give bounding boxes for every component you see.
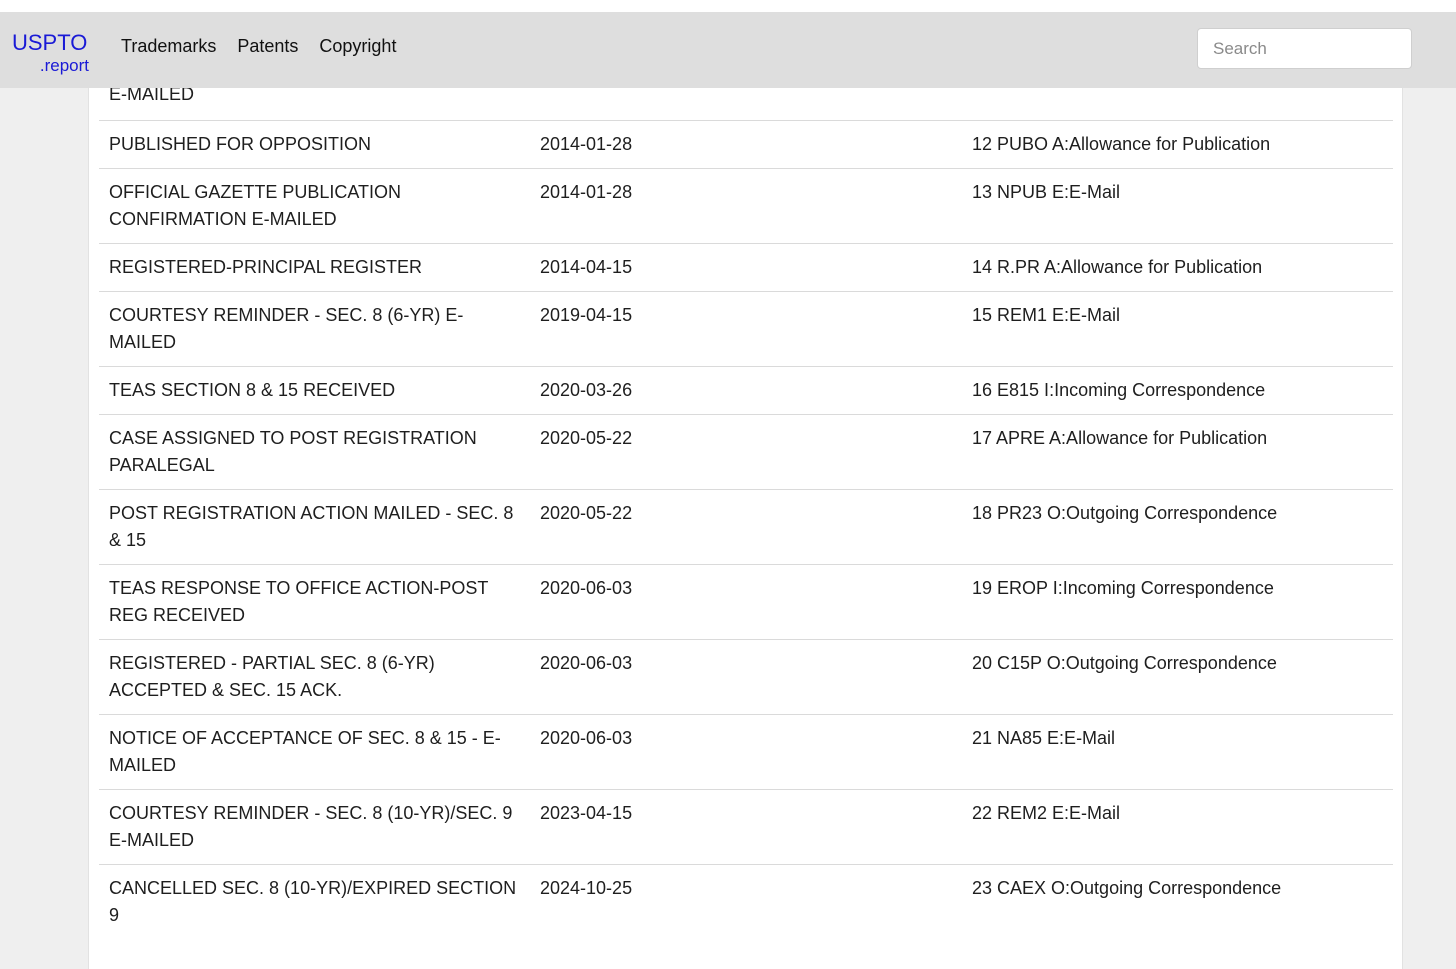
event-code: 14 R.PR A:Allowance for Publication xyxy=(962,243,1393,292)
event-code: 13 NPUB E:E-Mail xyxy=(962,168,1393,244)
event-description: REGISTERED - PARTIAL SEC. 8 (6-YR) ACCEP… xyxy=(99,639,530,715)
brand-suffix: .report xyxy=(39,56,89,75)
event-code: 15 REM1 E:E-Mail xyxy=(962,291,1393,367)
table-row: COURTESY REMINDER - SEC. 8 (10-YR)/SEC. … xyxy=(99,789,1393,865)
event-description: CASE ASSIGNED TO POST REGISTRATION PARAL… xyxy=(99,414,530,490)
event-code: 20 C15P O:Outgoing Correspondence xyxy=(962,639,1393,715)
brand-name: USPTO xyxy=(12,30,88,55)
event-date: 2014-01-28 xyxy=(530,168,962,244)
event-date: 2020-05-22 xyxy=(530,414,962,490)
site-logo-link[interactable]: USPTO .report xyxy=(12,30,92,76)
table-row: PUBLISHED FOR OPPOSITION 2014-01-28 12 P… xyxy=(99,120,1393,169)
event-code: 19 EROP I:Incoming Correspondence xyxy=(962,564,1393,640)
event-code: 23 CAEX O:Outgoing Correspondence xyxy=(962,864,1393,939)
top-strip xyxy=(0,0,1456,12)
prosecution-history-table: E-MAILED PUBLISHED FOR OPPOSITION 2014-0… xyxy=(99,67,1393,939)
table-row: REGISTERED-PRINCIPAL REGISTER 2014-04-15… xyxy=(99,243,1393,292)
nav-link-trademarks[interactable]: Trademarks xyxy=(121,34,216,58)
event-date: 2024-10-25 xyxy=(530,864,962,939)
event-date: 2014-04-15 xyxy=(530,243,962,292)
event-date: 2020-03-26 xyxy=(530,366,962,415)
nav-link-copyright[interactable]: Copyright xyxy=(319,34,396,58)
table-row: TEAS RESPONSE TO OFFICE ACTION-POST REG … xyxy=(99,564,1393,640)
event-description: OFFICIAL GAZETTE PUBLICATION CONFIRMATIO… xyxy=(99,168,530,244)
event-date: 2020-05-22 xyxy=(530,489,962,565)
event-code: 17 APRE A:Allowance for Publication xyxy=(962,414,1393,490)
event-date: 2014-01-28 xyxy=(530,120,962,169)
event-description: NOTICE OF ACCEPTANCE OF SEC. 8 & 15 - E-… xyxy=(99,714,530,790)
nav-link-patents[interactable]: Patents xyxy=(237,34,298,58)
event-code: 22 REM2 E:E-Mail xyxy=(962,789,1393,865)
event-code: 21 NA85 E:E-Mail xyxy=(962,714,1393,790)
event-date: 2020-06-03 xyxy=(530,639,962,715)
event-description: COURTESY REMINDER - SEC. 8 (10-YR)/SEC. … xyxy=(99,789,530,865)
table-row: COURTESY REMINDER - SEC. 8 (6-YR) E-MAIL… xyxy=(99,291,1393,367)
event-description: PUBLISHED FOR OPPOSITION xyxy=(99,120,530,169)
event-description: CANCELLED SEC. 8 (10-YR)/EXPIRED SECTION… xyxy=(99,864,530,939)
event-code: 12 PUBO A:Allowance for Publication xyxy=(962,120,1393,169)
table-row: CASE ASSIGNED TO POST REGISTRATION PARAL… xyxy=(99,414,1393,490)
event-description: POST REGISTRATION ACTION MAILED - SEC. 8… xyxy=(99,489,530,565)
event-date: 2023-04-15 xyxy=(530,789,962,865)
nav-links: Trademarks Patents Copyright xyxy=(121,34,417,58)
event-code: 18 PR23 O:Outgoing Correspondence xyxy=(962,489,1393,565)
event-date: 2019-04-15 xyxy=(530,291,962,367)
event-description: TEAS SECTION 8 & 15 RECEIVED xyxy=(99,366,530,415)
event-description: TEAS RESPONSE TO OFFICE ACTION-POST REG … xyxy=(99,564,530,640)
table-row: CANCELLED SEC. 8 (10-YR)/EXPIRED SECTION… xyxy=(99,864,1393,939)
table-row: POST REGISTRATION ACTION MAILED - SEC. 8… xyxy=(99,489,1393,565)
table-row: REGISTERED - PARTIAL SEC. 8 (6-YR) ACCEP… xyxy=(99,639,1393,715)
table-row: OFFICIAL GAZETTE PUBLICATION CONFIRMATIO… xyxy=(99,168,1393,244)
table-row: TEAS SECTION 8 & 15 RECEIVED 2020-03-26 … xyxy=(99,366,1393,415)
event-date: 2020-06-03 xyxy=(530,564,962,640)
top-navbar: USPTO .report Trademarks Patents Copyrig… xyxy=(0,12,1456,88)
event-code: 16 E815 I:Incoming Correspondence xyxy=(962,366,1393,415)
table-row: NOTICE OF ACCEPTANCE OF SEC. 8 & 15 - E-… xyxy=(99,714,1393,790)
event-description: COURTESY REMINDER - SEC. 8 (6-YR) E-MAIL… xyxy=(99,291,530,367)
event-description: REGISTERED-PRINCIPAL REGISTER xyxy=(99,243,530,292)
event-date: 2020-06-03 xyxy=(530,714,962,790)
search-input[interactable] xyxy=(1197,28,1412,69)
